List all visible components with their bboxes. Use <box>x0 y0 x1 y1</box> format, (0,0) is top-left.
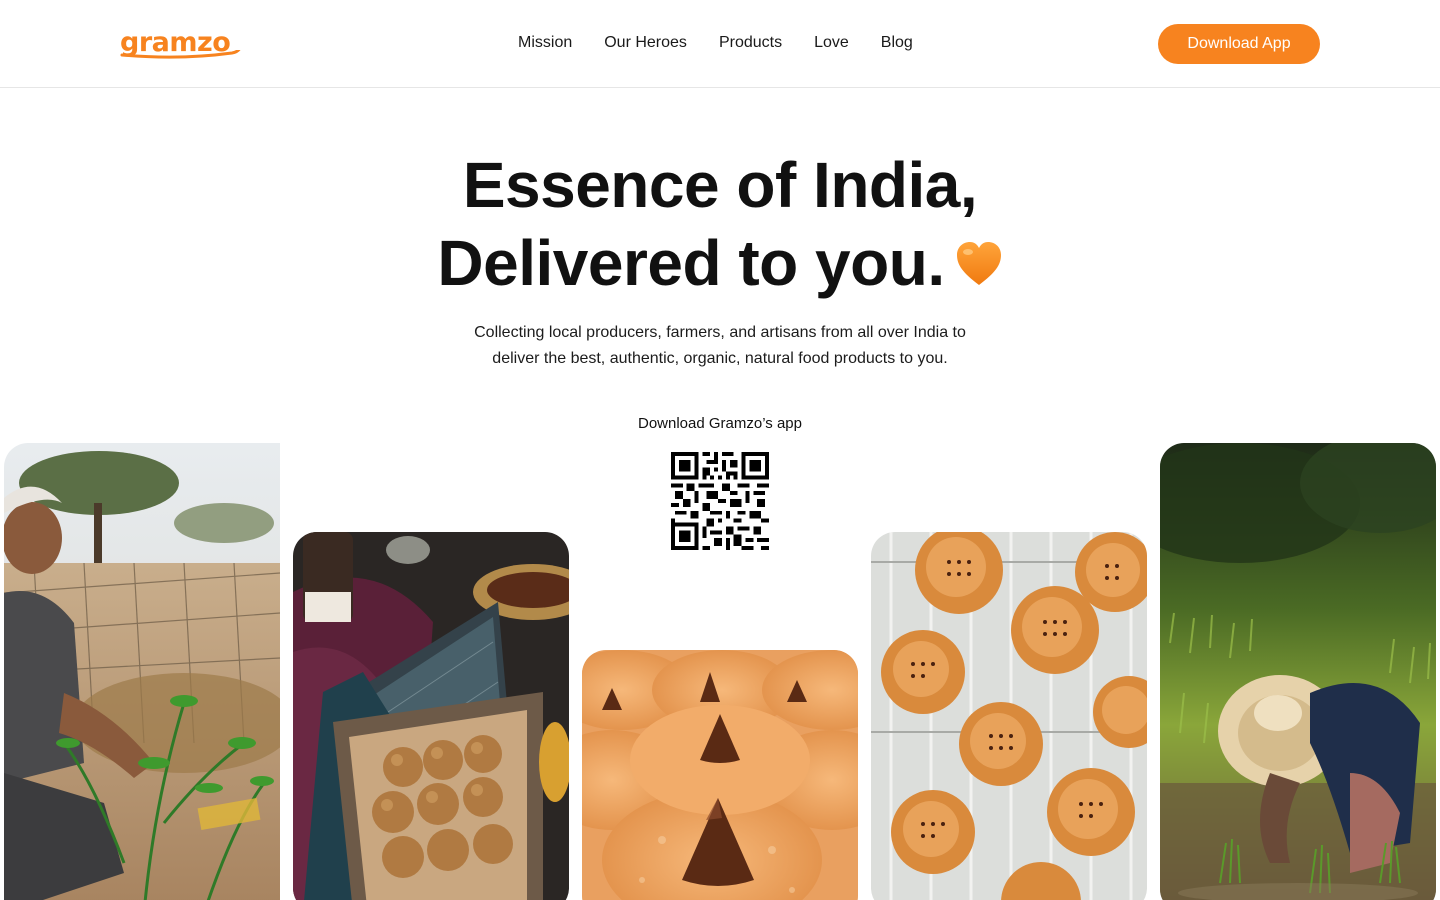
nav-love[interactable]: Love <box>798 30 865 56</box>
nav-mission[interactable]: Mission <box>502 30 588 56</box>
hero-subtitle-line-1: Collecting local producers, farmers, and… <box>474 324 966 341</box>
site-header: gramzo Mission Our Heroes Products Love … <box>0 0 1440 88</box>
download-label: Download Gramzo’s app <box>638 415 802 432</box>
chocolate-kiss-cookies-photo <box>582 650 858 900</box>
hero-title-line-2: Delivered to you. <box>437 227 945 299</box>
rice-planting-farmer-photo <box>1160 443 1436 900</box>
main-nav: Mission Our Heroes Products Love Blog <box>502 30 929 56</box>
logo-swoosh-icon <box>120 50 241 59</box>
nav-products[interactable]: Products <box>703 30 798 56</box>
hero-title: Essence of India, Delivered to you. <box>0 146 1440 302</box>
hero-subtitle: Collecting local producers, farmers, and… <box>420 320 1020 372</box>
gramzo-logo[interactable]: gramzo <box>120 26 241 60</box>
nav-blog[interactable]: Blog <box>865 30 929 56</box>
download-app-button[interactable]: Download App <box>1158 24 1320 64</box>
laddoo-box-photo <box>293 532 569 900</box>
orange-heart-icon <box>956 242 1001 286</box>
hero-title-line-1: Essence of India, <box>462 149 978 221</box>
qr-code-icon[interactable] <box>671 450 769 552</box>
farmer-with-plants-photo <box>4 443 280 900</box>
nav-our-heroes[interactable]: Our Heroes <box>588 30 703 56</box>
cookies-on-rack-photo <box>871 532 1147 900</box>
hero-subtitle-line-2: deliver the best, authentic, organic, na… <box>492 350 948 367</box>
